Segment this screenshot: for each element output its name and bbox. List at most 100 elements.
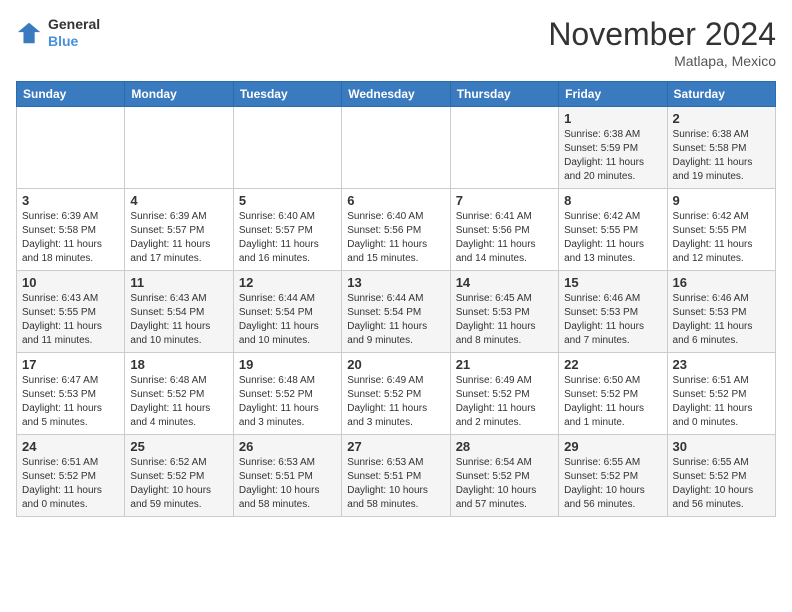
day-number: 15 bbox=[564, 275, 661, 290]
header-day-saturday: Saturday bbox=[667, 82, 775, 107]
day-number: 21 bbox=[456, 357, 553, 372]
day-cell bbox=[342, 107, 450, 189]
day-cell bbox=[17, 107, 125, 189]
day-cell: 25 Sunrise: 6:52 AM Sunset: 5:52 PM Dayli… bbox=[125, 435, 233, 517]
day-info: Sunrise: 6:52 AM Sunset: 5:52 PM Dayligh… bbox=[130, 456, 227, 512]
day-cell: 16Sunrise: 6:46 AM Sunset: 5:53 PM Dayli… bbox=[667, 271, 775, 353]
day-info: Sunrise: 6:51 AM Sunset: 5:52 PM Dayligh… bbox=[22, 456, 119, 512]
day-info: Sunrise: 6:55 AM Sunset: 5:52 PM Dayligh… bbox=[673, 456, 770, 512]
page-header: General Blue November 2024 Matlapa, Mexi… bbox=[16, 16, 776, 69]
day-cell: 10 Sunrise: 6:43 AM Sunset: 5:55 PM Dayli… bbox=[17, 271, 125, 353]
logo-text: General Blue bbox=[48, 16, 100, 50]
day-number: 2 bbox=[673, 111, 770, 126]
week-row-5: 24 Sunrise: 6:51 AM Sunset: 5:52 PM Dayli… bbox=[17, 435, 776, 517]
day-info: Sunrise: 6:40 AM Sunset: 5:57 PM Dayligh… bbox=[239, 210, 336, 266]
day-info: Sunrise: 6:41 AM Sunset: 5:56 PM Dayligh… bbox=[456, 210, 553, 266]
day-cell bbox=[450, 107, 558, 189]
day-number: 23 bbox=[673, 357, 770, 372]
day-info: Sunrise: 6:44 AM Sunset: 5:54 PM Dayligh… bbox=[239, 292, 336, 348]
day-number: 29 bbox=[564, 439, 661, 454]
day-number: 22 bbox=[564, 357, 661, 372]
day-cell: 26 Sunrise: 6:53 AM Sunset: 5:51 PM Dayli… bbox=[233, 435, 341, 517]
day-number: 25 bbox=[130, 439, 227, 454]
day-number: 30 bbox=[673, 439, 770, 454]
day-cell bbox=[233, 107, 341, 189]
title-block: November 2024 Matlapa, Mexico bbox=[548, 16, 776, 69]
day-info: Sunrise: 6:39 AM Sunset: 5:58 PM Dayligh… bbox=[22, 210, 119, 266]
header-day-friday: Friday bbox=[559, 82, 667, 107]
day-cell: 27 Sunrise: 6:53 AM Sunset: 5:51 PM Dayli… bbox=[342, 435, 450, 517]
week-row-3: 10 Sunrise: 6:43 AM Sunset: 5:55 PM Dayli… bbox=[17, 271, 776, 353]
day-cell: 24 Sunrise: 6:51 AM Sunset: 5:52 PM Dayli… bbox=[17, 435, 125, 517]
header-day-wednesday: Wednesday bbox=[342, 82, 450, 107]
day-cell: 14Sunrise: 6:45 AM Sunset: 5:53 PM Dayli… bbox=[450, 271, 558, 353]
day-cell: 12Sunrise: 6:44 AM Sunset: 5:54 PM Dayli… bbox=[233, 271, 341, 353]
day-info: Sunrise: 6:50 AM Sunset: 5:52 PM Dayligh… bbox=[564, 374, 661, 430]
day-cell: 30 Sunrise: 6:55 AM Sunset: 5:52 PM Dayli… bbox=[667, 435, 775, 517]
location: Matlapa, Mexico bbox=[548, 53, 776, 69]
day-number: 4 bbox=[130, 193, 227, 208]
day-number: 6 bbox=[347, 193, 444, 208]
week-row-1: 1 Sunrise: 6:38 AM Sunset: 5:59 PM Daylig… bbox=[17, 107, 776, 189]
day-number: 3 bbox=[22, 193, 119, 208]
day-cell: 2 Sunrise: 6:38 AM Sunset: 5:58 PM Daylig… bbox=[667, 107, 775, 189]
day-info: Sunrise: 6:54 AM Sunset: 5:52 PM Dayligh… bbox=[456, 456, 553, 512]
logo-icon bbox=[16, 19, 44, 47]
day-cell bbox=[125, 107, 233, 189]
day-number: 17 bbox=[22, 357, 119, 372]
header-day-sunday: Sunday bbox=[17, 82, 125, 107]
day-cell: 29Sunrise: 6:55 AM Sunset: 5:52 PM Dayli… bbox=[559, 435, 667, 517]
day-number: 1 bbox=[564, 111, 661, 126]
day-info: Sunrise: 6:45 AM Sunset: 5:53 PM Dayligh… bbox=[456, 292, 553, 348]
day-number: 10 bbox=[22, 275, 119, 290]
day-number: 8 bbox=[564, 193, 661, 208]
day-info: Sunrise: 6:53 AM Sunset: 5:51 PM Dayligh… bbox=[347, 456, 444, 512]
day-number: 26 bbox=[239, 439, 336, 454]
day-info: Sunrise: 6:38 AM Sunset: 5:58 PM Dayligh… bbox=[673, 128, 770, 184]
day-info: Sunrise: 6:42 AM Sunset: 5:55 PM Dayligh… bbox=[564, 210, 661, 266]
calendar-header: SundayMondayTuesdayWednesdayThursdayFrid… bbox=[17, 82, 776, 107]
month-title: November 2024 bbox=[548, 16, 776, 53]
day-cell: 19 Sunrise: 6:48 AM Sunset: 5:52 PM Dayli… bbox=[233, 353, 341, 435]
day-cell: 8 Sunrise: 6:42 AM Sunset: 5:55 PM Daylig… bbox=[559, 189, 667, 271]
day-info: Sunrise: 6:48 AM Sunset: 5:52 PM Dayligh… bbox=[130, 374, 227, 430]
day-cell: 13Sunrise: 6:44 AM Sunset: 5:54 PM Dayli… bbox=[342, 271, 450, 353]
day-cell: 9Sunrise: 6:42 AM Sunset: 5:55 PM Daylig… bbox=[667, 189, 775, 271]
day-number: 20 bbox=[347, 357, 444, 372]
day-number: 27 bbox=[347, 439, 444, 454]
day-cell: 20 Sunrise: 6:49 AM Sunset: 5:52 PM Dayli… bbox=[342, 353, 450, 435]
day-info: Sunrise: 6:43 AM Sunset: 5:55 PM Dayligh… bbox=[22, 292, 119, 348]
day-info: Sunrise: 6:49 AM Sunset: 5:52 PM Dayligh… bbox=[456, 374, 553, 430]
day-cell: 6Sunrise: 6:40 AM Sunset: 5:56 PM Daylig… bbox=[342, 189, 450, 271]
day-info: Sunrise: 6:53 AM Sunset: 5:51 PM Dayligh… bbox=[239, 456, 336, 512]
day-number: 24 bbox=[22, 439, 119, 454]
week-row-2: 3 Sunrise: 6:39 AM Sunset: 5:58 PM Daylig… bbox=[17, 189, 776, 271]
day-cell: 5Sunrise: 6:40 AM Sunset: 5:57 PM Daylig… bbox=[233, 189, 341, 271]
day-cell: 21 Sunrise: 6:49 AM Sunset: 5:52 PM Dayli… bbox=[450, 353, 558, 435]
calendar-body: 1 Sunrise: 6:38 AM Sunset: 5:59 PM Daylig… bbox=[17, 107, 776, 517]
day-cell: 4 Sunrise: 6:39 AM Sunset: 5:57 PM Daylig… bbox=[125, 189, 233, 271]
calendar-table: SundayMondayTuesdayWednesdayThursdayFrid… bbox=[16, 81, 776, 517]
day-cell: 1 Sunrise: 6:38 AM Sunset: 5:59 PM Daylig… bbox=[559, 107, 667, 189]
day-info: Sunrise: 6:49 AM Sunset: 5:52 PM Dayligh… bbox=[347, 374, 444, 430]
day-info: Sunrise: 6:47 AM Sunset: 5:53 PM Dayligh… bbox=[22, 374, 119, 430]
day-info: Sunrise: 6:39 AM Sunset: 5:57 PM Dayligh… bbox=[130, 210, 227, 266]
day-number: 28 bbox=[456, 439, 553, 454]
header-day-tuesday: Tuesday bbox=[233, 82, 341, 107]
day-cell: 23 Sunrise: 6:51 AM Sunset: 5:52 PM Dayli… bbox=[667, 353, 775, 435]
day-number: 7 bbox=[456, 193, 553, 208]
day-number: 18 bbox=[130, 357, 227, 372]
day-number: 13 bbox=[347, 275, 444, 290]
day-info: Sunrise: 6:46 AM Sunset: 5:53 PM Dayligh… bbox=[673, 292, 770, 348]
day-info: Sunrise: 6:43 AM Sunset: 5:54 PM Dayligh… bbox=[130, 292, 227, 348]
day-cell: 28 Sunrise: 6:54 AM Sunset: 5:52 PM Dayli… bbox=[450, 435, 558, 517]
day-cell: 22 Sunrise: 6:50 AM Sunset: 5:52 PM Dayli… bbox=[559, 353, 667, 435]
day-info: Sunrise: 6:48 AM Sunset: 5:52 PM Dayligh… bbox=[239, 374, 336, 430]
day-info: Sunrise: 6:51 AM Sunset: 5:52 PM Dayligh… bbox=[673, 374, 770, 430]
day-info: Sunrise: 6:38 AM Sunset: 5:59 PM Dayligh… bbox=[564, 128, 661, 184]
header-day-thursday: Thursday bbox=[450, 82, 558, 107]
day-number: 19 bbox=[239, 357, 336, 372]
day-info: Sunrise: 6:42 AM Sunset: 5:55 PM Dayligh… bbox=[673, 210, 770, 266]
day-cell: 17 Sunrise: 6:47 AM Sunset: 5:53 PM Dayli… bbox=[17, 353, 125, 435]
day-cell: 11Sunrise: 6:43 AM Sunset: 5:54 PM Dayli… bbox=[125, 271, 233, 353]
